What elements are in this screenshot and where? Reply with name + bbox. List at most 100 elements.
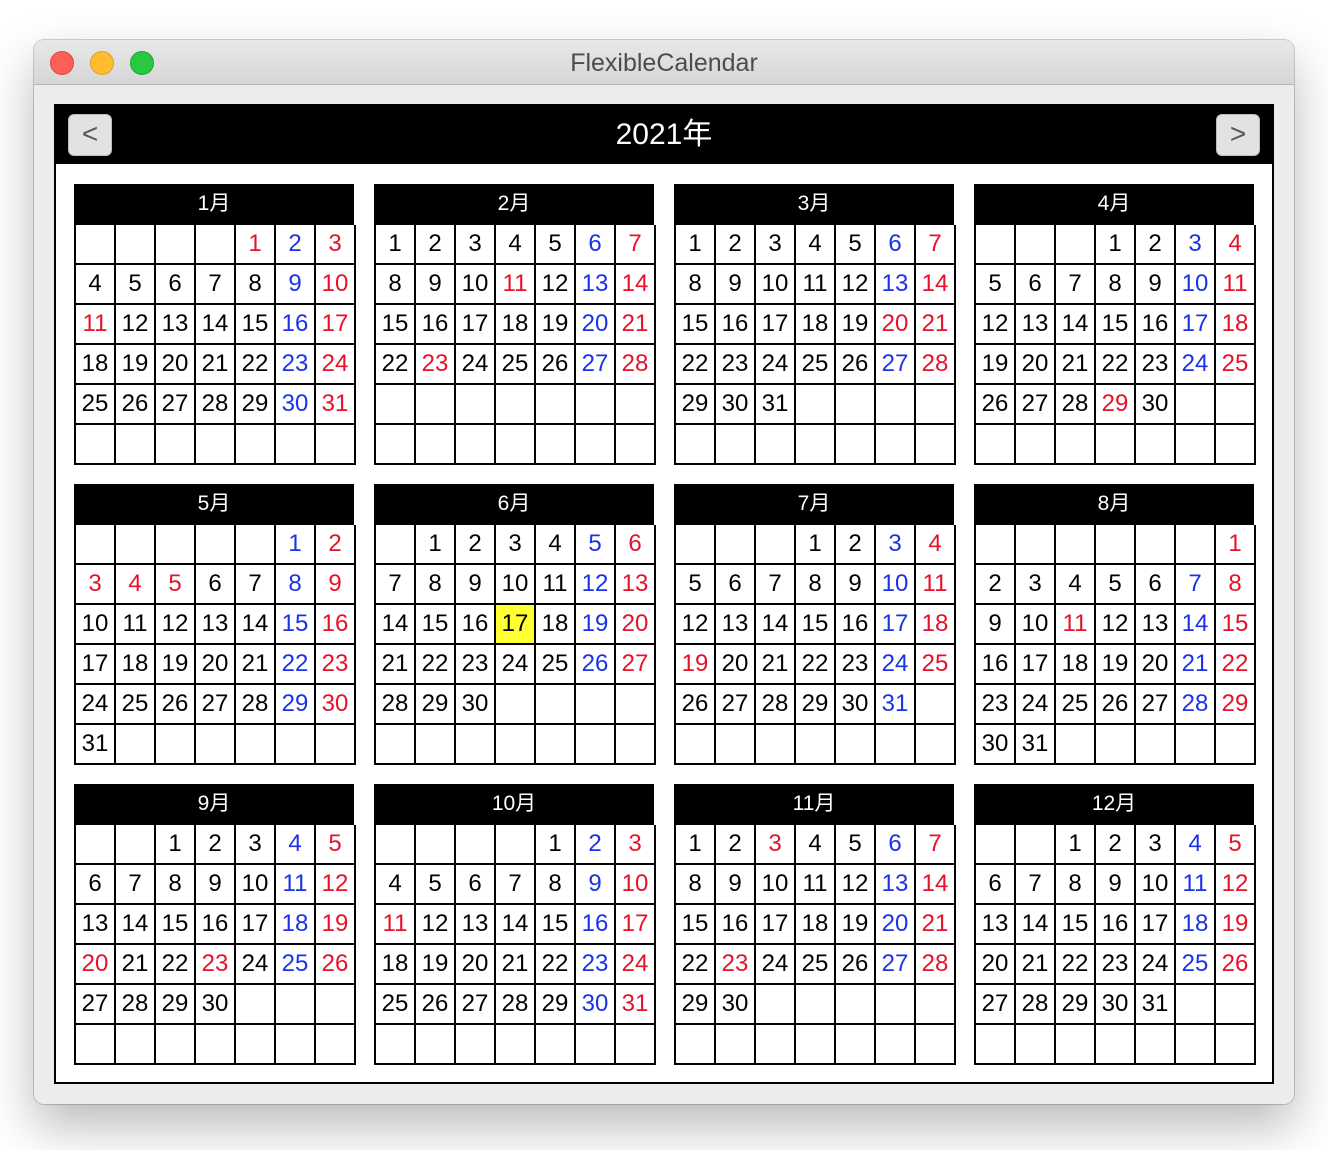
day-cell[interactable]: 21 bbox=[116, 945, 156, 985]
day-cell[interactable]: 25 bbox=[796, 345, 836, 385]
day-cell[interactable]: 9 bbox=[456, 565, 496, 605]
day-cell[interactable]: 19 bbox=[156, 645, 196, 685]
day-cell[interactable]: 25 bbox=[796, 945, 836, 985]
day-cell[interactable]: 13 bbox=[576, 265, 616, 305]
day-cell[interactable]: 8 bbox=[156, 865, 196, 905]
day-cell[interactable]: 4 bbox=[1176, 825, 1216, 865]
day-cell[interactable]: 1 bbox=[676, 225, 716, 265]
day-cell[interactable]: 7 bbox=[916, 825, 956, 865]
day-cell[interactable]: 7 bbox=[376, 565, 416, 605]
day-cell[interactable]: 12 bbox=[676, 605, 716, 645]
day-cell[interactable]: 26 bbox=[316, 945, 356, 985]
day-cell[interactable]: 18 bbox=[116, 645, 156, 685]
day-cell[interactable]: 29 bbox=[796, 685, 836, 725]
day-cell[interactable]: 24 bbox=[76, 685, 116, 725]
day-cell[interactable]: 30 bbox=[1136, 385, 1176, 425]
day-cell[interactable]: 7 bbox=[496, 865, 536, 905]
day-cell[interactable]: 17 bbox=[616, 905, 656, 945]
day-cell[interactable]: 24 bbox=[496, 645, 536, 685]
day-cell[interactable]: 20 bbox=[76, 945, 116, 985]
day-cell[interactable]: 16 bbox=[1096, 905, 1136, 945]
day-cell[interactable]: 8 bbox=[376, 265, 416, 305]
day-cell[interactable]: 1 bbox=[1216, 525, 1256, 565]
day-cell[interactable]: 21 bbox=[1176, 645, 1216, 685]
day-cell[interactable]: 6 bbox=[716, 565, 756, 605]
day-cell[interactable]: 20 bbox=[1016, 345, 1056, 385]
day-cell[interactable]: 19 bbox=[1096, 645, 1136, 685]
day-cell[interactable]: 11 bbox=[1176, 865, 1216, 905]
day-cell[interactable]: 16 bbox=[716, 905, 756, 945]
day-cell[interactable]: 15 bbox=[1216, 605, 1256, 645]
day-cell[interactable]: 30 bbox=[716, 985, 756, 1025]
day-cell[interactable]: 14 bbox=[1016, 905, 1056, 945]
day-cell[interactable]: 29 bbox=[1096, 385, 1136, 425]
day-cell[interactable]: 24 bbox=[876, 645, 916, 685]
day-cell[interactable]: 29 bbox=[536, 985, 576, 1025]
day-cell[interactable]: 2 bbox=[416, 225, 456, 265]
day-cell[interactable]: 28 bbox=[756, 685, 796, 725]
day-cell[interactable]: 9 bbox=[836, 565, 876, 605]
day-cell[interactable]: 18 bbox=[1216, 305, 1256, 345]
day-cell[interactable]: 3 bbox=[1136, 825, 1176, 865]
day-cell[interactable]: 12 bbox=[156, 605, 196, 645]
day-cell[interactable]: 14 bbox=[116, 905, 156, 945]
day-cell[interactable]: 10 bbox=[1016, 605, 1056, 645]
day-cell[interactable]: 13 bbox=[456, 905, 496, 945]
day-cell[interactable]: 22 bbox=[236, 345, 276, 385]
day-cell[interactable]: 17 bbox=[1136, 905, 1176, 945]
day-cell[interactable]: 27 bbox=[976, 985, 1016, 1025]
day-cell[interactable]: 7 bbox=[756, 565, 796, 605]
day-cell[interactable]: 25 bbox=[916, 645, 956, 685]
day-cell[interactable]: 11 bbox=[536, 565, 576, 605]
day-cell[interactable]: 10 bbox=[1136, 865, 1176, 905]
day-cell[interactable]: 1 bbox=[276, 525, 316, 565]
day-cell[interactable]: 11 bbox=[916, 565, 956, 605]
day-cell[interactable]: 28 bbox=[616, 345, 656, 385]
day-cell[interactable]: 22 bbox=[156, 945, 196, 985]
day-cell[interactable]: 9 bbox=[716, 865, 756, 905]
day-cell[interactable]: 2 bbox=[716, 225, 756, 265]
day-cell[interactable]: 31 bbox=[1136, 985, 1176, 1025]
day-cell[interactable]: 2 bbox=[1096, 825, 1136, 865]
day-cell[interactable]: 19 bbox=[416, 945, 456, 985]
day-cell[interactable]: 27 bbox=[716, 685, 756, 725]
day-cell[interactable]: 24 bbox=[1136, 945, 1176, 985]
day-cell[interactable]: 3 bbox=[616, 825, 656, 865]
day-cell[interactable]: 3 bbox=[316, 225, 356, 265]
day-cell[interactable]: 1 bbox=[1056, 825, 1096, 865]
day-cell[interactable]: 10 bbox=[76, 605, 116, 645]
day-cell[interactable]: 19 bbox=[576, 605, 616, 645]
day-cell[interactable]: 3 bbox=[756, 825, 796, 865]
day-cell[interactable]: 23 bbox=[276, 345, 316, 385]
day-cell[interactable]: 19 bbox=[536, 305, 576, 345]
day-cell[interactable]: 26 bbox=[676, 685, 716, 725]
day-cell[interactable]: 28 bbox=[916, 345, 956, 385]
day-cell[interactable]: 4 bbox=[76, 265, 116, 305]
day-cell[interactable]: 8 bbox=[676, 265, 716, 305]
day-cell[interactable]: 11 bbox=[1056, 605, 1096, 645]
day-cell[interactable]: 11 bbox=[1216, 265, 1256, 305]
day-cell[interactable]: 13 bbox=[876, 265, 916, 305]
day-cell[interactable]: 7 bbox=[1056, 265, 1096, 305]
day-cell[interactable]: 27 bbox=[876, 345, 916, 385]
day-cell[interactable]: 4 bbox=[376, 865, 416, 905]
day-cell[interactable]: 9 bbox=[716, 265, 756, 305]
day-cell[interactable]: 14 bbox=[756, 605, 796, 645]
day-cell[interactable]: 5 bbox=[576, 525, 616, 565]
day-cell[interactable]: 29 bbox=[676, 985, 716, 1025]
day-cell[interactable]: 28 bbox=[116, 985, 156, 1025]
day-cell[interactable]: 25 bbox=[376, 985, 416, 1025]
day-cell[interactable]: 5 bbox=[316, 825, 356, 865]
day-cell[interactable]: 14 bbox=[1056, 305, 1096, 345]
day-cell[interactable]: 15 bbox=[676, 905, 716, 945]
day-cell[interactable]: 18 bbox=[376, 945, 416, 985]
day-cell[interactable]: 14 bbox=[236, 605, 276, 645]
day-cell[interactable]: 17 bbox=[1016, 645, 1056, 685]
day-cell[interactable]: 3 bbox=[456, 225, 496, 265]
day-cell[interactable]: 5 bbox=[676, 565, 716, 605]
day-cell[interactable]: 9 bbox=[276, 265, 316, 305]
day-cell[interactable]: 5 bbox=[836, 825, 876, 865]
day-cell[interactable]: 11 bbox=[76, 305, 116, 345]
day-cell[interactable]: 2 bbox=[456, 525, 496, 565]
day-cell[interactable]: 8 bbox=[1096, 265, 1136, 305]
